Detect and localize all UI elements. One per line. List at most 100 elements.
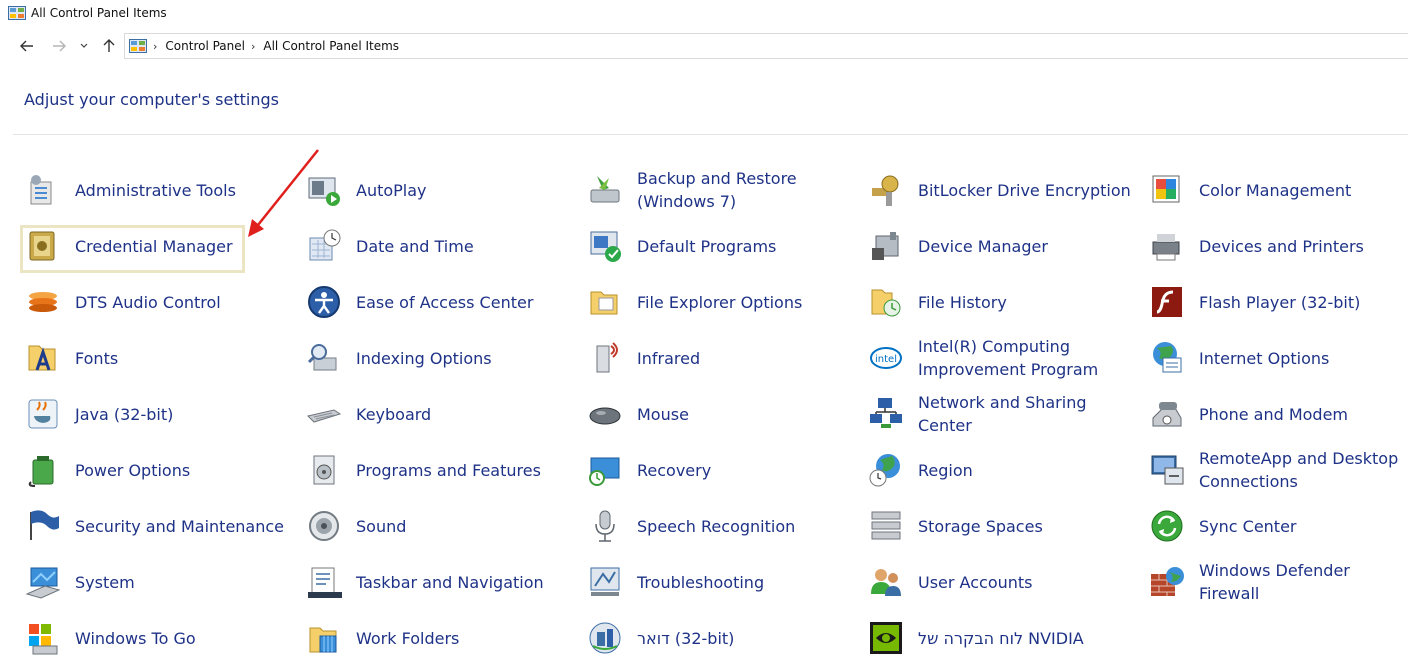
taskbar-navigation-icon xyxy=(306,564,342,600)
mail-icon xyxy=(587,620,623,656)
speech-recognition-icon xyxy=(587,508,623,544)
control-panel-item[interactable]: Mouse xyxy=(587,386,857,442)
item-label: Flash Player (32-bit) xyxy=(1199,292,1361,312)
bitlocker-icon xyxy=(868,172,904,208)
control-panel-item[interactable]: Internet Options xyxy=(1149,330,1408,386)
chevron-down-icon xyxy=(80,43,88,48)
control-panel-item[interactable]: Device Manager xyxy=(868,218,1138,274)
control-panel-item[interactable]: Network and Sharing Center xyxy=(868,386,1138,442)
item-label: Windows Defender Firewall xyxy=(1199,561,1350,603)
control-panel-item[interactable]: דואר (32-bit) xyxy=(587,610,857,666)
breadcrumb-control-panel[interactable]: Control Panel xyxy=(165,39,245,53)
keyboard-icon xyxy=(306,396,342,432)
programs-features-icon xyxy=(306,452,342,488)
firewall-icon xyxy=(1149,564,1185,600)
control-panel-item[interactable]: לוח הבקרה של NVIDIA xyxy=(868,610,1138,666)
control-panel-item[interactable]: Taskbar and Navigation xyxy=(306,554,576,610)
ease-of-access-icon xyxy=(306,284,342,320)
control-panel-item[interactable]: Ease of Access Center xyxy=(306,274,576,330)
storage-spaces-icon xyxy=(868,508,904,544)
fonts-icon xyxy=(25,340,61,376)
forward-button[interactable] xyxy=(48,34,70,58)
file-history-icon xyxy=(868,284,904,320)
system-icon xyxy=(25,564,61,600)
control-panel-item[interactable]: File History xyxy=(868,274,1138,330)
control-panel-item[interactable]: Storage Spaces xyxy=(868,498,1138,554)
item-label: Indexing Options xyxy=(356,348,492,368)
up-arrow-icon xyxy=(103,39,115,52)
control-panel-item[interactable]: AutoPlay xyxy=(306,162,576,218)
work-folders-icon xyxy=(306,620,342,656)
item-label: Phone and Modem xyxy=(1199,404,1349,424)
troubleshooting-icon xyxy=(587,564,623,600)
recent-locations-button[interactable] xyxy=(76,34,92,58)
control-panel-item[interactable]: Security and Maintenance xyxy=(25,498,295,554)
sound-icon xyxy=(306,508,342,544)
chevron-right-icon[interactable]: › xyxy=(251,40,255,53)
item-label: System xyxy=(75,572,135,592)
intel-icon: intel xyxy=(868,340,904,376)
control-panel-item[interactable]: Power Options xyxy=(25,442,295,498)
control-panel-item[interactable]: Sound xyxy=(306,498,576,554)
chevron-right-icon[interactable]: › xyxy=(153,40,157,53)
control-panel-item[interactable]: Windows To Go xyxy=(25,610,295,666)
item-label: Recovery xyxy=(637,460,712,480)
control-panel-item[interactable]: Sync Center xyxy=(1149,498,1408,554)
item-label: Default Programs xyxy=(637,236,777,256)
control-panel-item[interactable]: Infrared xyxy=(587,330,857,386)
item-label: File Explorer Options xyxy=(637,292,803,312)
page-title: Adjust your computer's settings xyxy=(24,90,279,109)
control-panel-item[interactable]: Color Management xyxy=(1149,162,1408,218)
back-button[interactable] xyxy=(16,34,38,58)
control-panel-item[interactable]: User Accounts xyxy=(868,554,1138,610)
control-panel-item[interactable]: Windows Defender Firewall xyxy=(1149,554,1408,610)
flash-player-icon xyxy=(1149,284,1185,320)
control-panel-item[interactable]: Java (32-bit) xyxy=(25,386,295,442)
control-panel-item[interactable]: Speech Recognition xyxy=(587,498,857,554)
red-arrow-annotation xyxy=(248,149,319,237)
breadcrumb-all-items[interactable]: All Control Panel Items xyxy=(263,39,399,53)
window-title: All Control Panel Items xyxy=(31,6,167,20)
forward-arrow-icon xyxy=(53,40,66,52)
control-panel-item[interactable]: File Explorer Options xyxy=(587,274,857,330)
control-panel-item[interactable]: Date and Time xyxy=(306,218,576,274)
item-label: לוח הבקרה של NVIDIA xyxy=(918,628,1084,648)
user-accounts-icon xyxy=(868,564,904,600)
control-panel-item[interactable]: Default Programs xyxy=(587,218,857,274)
control-panel-item[interactable]: Phone and Modem xyxy=(1149,386,1408,442)
item-label: Device Manager xyxy=(918,236,1048,256)
item-label: Windows To Go xyxy=(75,628,196,648)
control-panel-item[interactable]: Flash Player (32-bit) xyxy=(1149,274,1408,330)
control-panel-item[interactable]: Keyboard xyxy=(306,386,576,442)
region-icon xyxy=(868,452,904,488)
control-panel-item[interactable]: System xyxy=(25,554,295,610)
control-panel-item[interactable]: Troubleshooting xyxy=(587,554,857,610)
control-panel-item[interactable]: Devices and Printers xyxy=(1149,218,1408,274)
control-panel-item[interactable]: Work Folders xyxy=(306,610,576,666)
item-label: Network and Sharing Center xyxy=(918,393,1087,435)
control-panel-item[interactable]: Fonts xyxy=(25,330,295,386)
control-panel-item[interactable]: Programs and Features xyxy=(306,442,576,498)
mouse-icon xyxy=(587,396,623,432)
item-label: Fonts xyxy=(75,348,119,368)
control-panel-item[interactable]: Indexing Options xyxy=(306,330,576,386)
credential-manager-icon xyxy=(25,228,61,264)
up-button[interactable] xyxy=(98,34,120,58)
control-panel-item[interactable]: Region xyxy=(868,442,1138,498)
divider xyxy=(13,134,1408,135)
item-label: Devices and Printers xyxy=(1199,236,1364,256)
control-panel-item[interactable]: intel Intel(R) Computing Improvement Prog… xyxy=(868,330,1138,386)
control-panel-item[interactable]: BitLocker Drive Encryption xyxy=(868,162,1138,218)
control-panel-icon xyxy=(8,6,26,20)
remoteapp-icon xyxy=(1149,452,1185,488)
item-label: Ease of Access Center xyxy=(356,292,534,312)
address-bar[interactable]: › Control Panel › All Control Panel Item… xyxy=(124,33,1408,59)
sync-center-icon xyxy=(1149,508,1185,544)
item-label: Intel(R) Computing Improvement Program xyxy=(918,337,1099,379)
control-panel-item[interactable]: RemoteApp and Desktop Connections xyxy=(1149,442,1408,498)
item-label: AutoPlay xyxy=(356,180,427,200)
control-panel-item[interactable]: Backup and Restore (Windows 7) xyxy=(587,162,857,218)
power-options-icon xyxy=(25,452,61,488)
control-panel-item[interactable]: Recovery xyxy=(587,442,857,498)
control-panel-item[interactable]: DTS Audio Control xyxy=(25,274,295,330)
